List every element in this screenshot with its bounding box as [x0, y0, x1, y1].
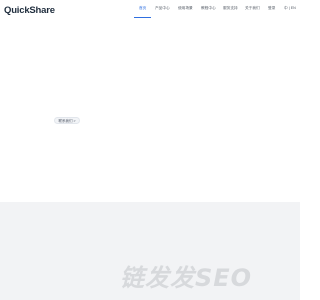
language-switcher[interactable]: 中 | EN — [284, 6, 296, 11]
watermark-text: 链发发SEO — [120, 264, 253, 292]
nav-item-about[interactable]: 关于我们 — [245, 6, 260, 11]
nav-item-scenarios[interactable]: 使用场景 — [178, 6, 193, 11]
top-header: QuickShare 首页 产品中心 使用场景 教程中心 服务支持 关于我们 登… — [0, 0, 300, 20]
nav-item-home[interactable]: 首页 — [139, 6, 146, 11]
nav-item-login[interactable]: 登录 — [268, 6, 275, 11]
learn-more-button[interactable]: 联系我们 > — [54, 117, 80, 124]
quickshare-logo[interactable]: QuickShare — [4, 5, 55, 17]
nav-item-support[interactable]: 服务支持 — [223, 6, 238, 11]
logo-text: QuickShare — [4, 5, 55, 16]
nav-item-tutorials[interactable]: 教程中心 — [201, 6, 216, 11]
hero-section — [0, 20, 300, 202]
active-nav-indicator — [134, 17, 151, 18]
nav-item-products[interactable]: 产品中心 — [155, 6, 170, 11]
